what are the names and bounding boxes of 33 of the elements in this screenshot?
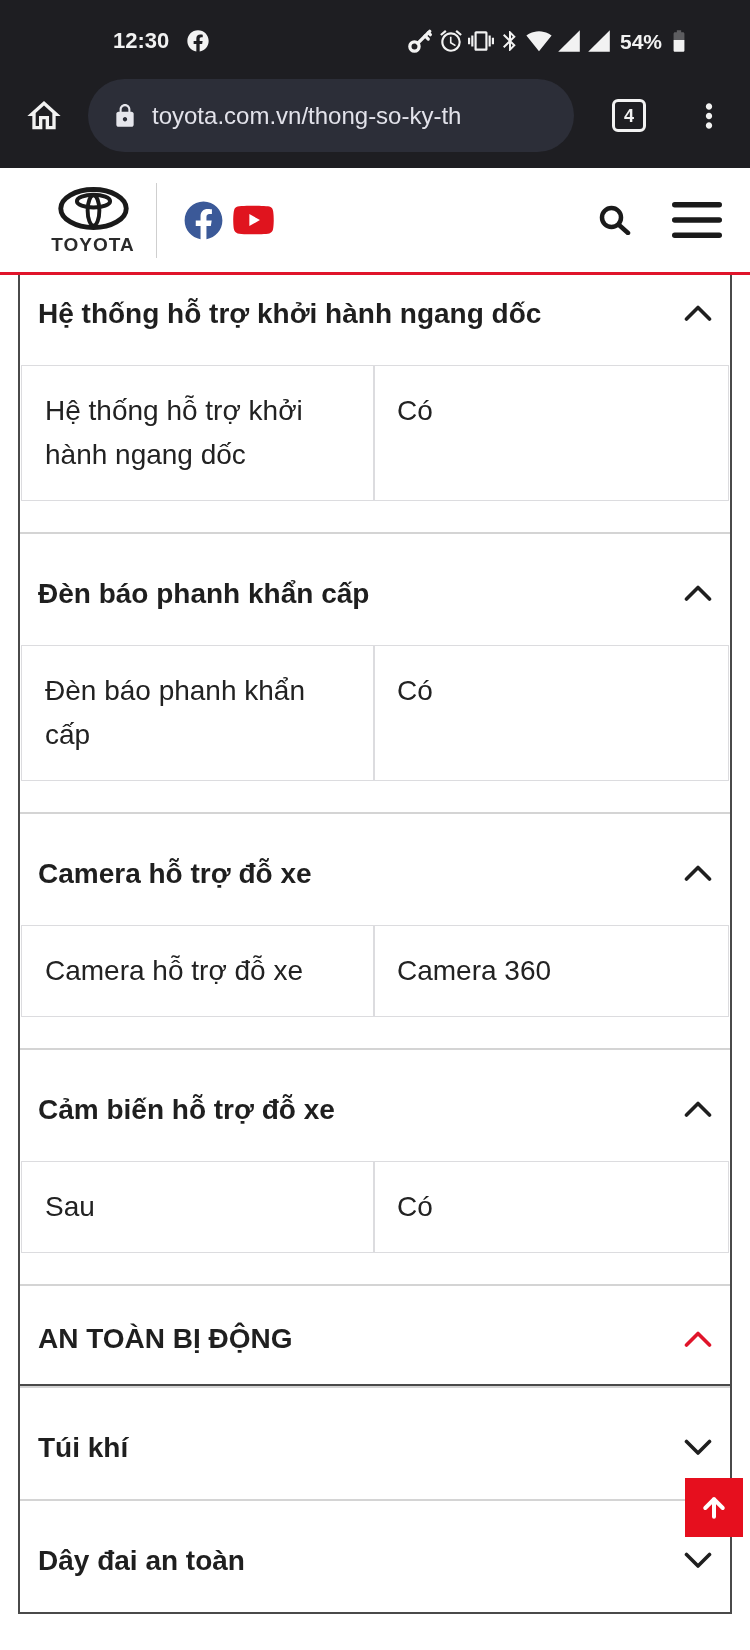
accordion-header[interactable]: Túi khí [20,1388,580,1499]
table-cell-text: Có [396,1190,434,1224]
accordion-header[interactable]: Camera hỗ trợ đỗ xe [20,814,580,925]
battery-percentage: 54% [619,30,662,52]
table-cell: Camera hỗ trợ đỗ xe [22,926,375,1016]
logo-emblem-icon[interactable] [57,186,129,230]
vibrate-icon [467,28,494,54]
facebook-icon [187,30,210,52]
wifi-icon [525,28,552,54]
signal-icon [585,28,612,54]
signal-icon [555,28,582,54]
facebook-icon[interactable] [184,200,223,240]
accordion-header[interactable]: Dây đai an toàn [20,1501,580,1612]
table-cell-text: Có [396,394,434,428]
accordion-header[interactable]: AN TOÀN BỊ ĐỘNG [20,1286,580,1384]
alarm-icon [437,28,464,54]
address-bar[interactable]: toyota.com.vn/thong-so-ky-th [88,79,574,152]
accordion-header[interactable]: Đèn báo phanh khẩn cấp [20,534,580,645]
status-time: 12:30 [113,30,170,52]
url-text: toyota.com.vn/thong-so-ky-th [152,103,462,128]
scroll-to-top-button[interactable] [685,1478,743,1537]
tab-count[interactable]: 4 [612,99,646,132]
key-icon [407,29,432,53]
search-icon[interactable] [599,205,631,235]
table-cell: Sau [22,1162,375,1252]
brand-name: TOYOTA [51,234,135,254]
menu-icon[interactable] [672,202,722,238]
table-cell-text: Có [396,674,434,708]
accordion-header[interactable]: Cảm biến hỗ trợ đỗ xe [20,1050,580,1161]
table-cell-text: Camera 360 [396,954,553,988]
table-cell: Hệ thống hỗ trợ khởi hành ngang dốc [22,366,375,500]
table-cell: Đèn báo phanh khẩn cấp [22,646,375,780]
accordion-header[interactable]: Hệ thống hỗ trợ khởi hành ngang dốc [20,275,580,365]
